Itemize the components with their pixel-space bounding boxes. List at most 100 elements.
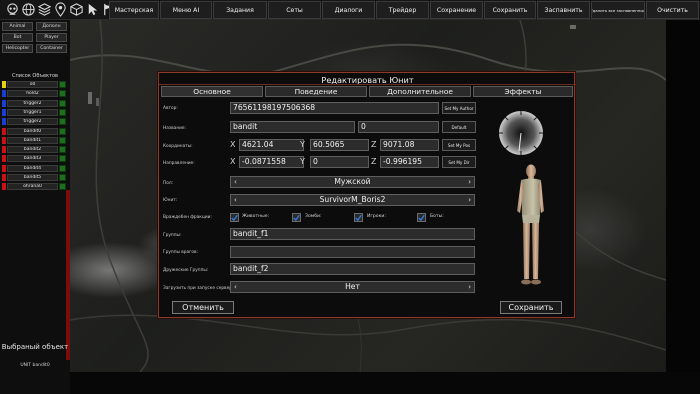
coord-y-axis: Y xyxy=(300,140,305,149)
extra-button[interactable]: Дополн xyxy=(36,22,67,31)
object-list-item[interactable]: hold2 xyxy=(2,90,66,98)
hostile-bots-label: Боты: xyxy=(430,214,444,219)
object-visibility-toggle[interactable] xyxy=(59,81,66,88)
name-field[interactable]: bandit xyxy=(230,121,355,133)
skull-icon[interactable] xyxy=(4,1,21,18)
top-toolbar: Мастерская Меню AI Задания Сеты Диалоги … xyxy=(0,0,700,20)
prev-arrow-icon[interactable]: ‹ xyxy=(234,282,237,292)
coord-z-axis: Z xyxy=(371,140,377,149)
unit-selector[interactable]: ‹ SurvivorM_Boris2 › xyxy=(230,194,475,206)
load-on-start-selector[interactable]: ‹ Нет › xyxy=(230,281,475,293)
cancel-button[interactable]: Отменить xyxy=(172,301,234,314)
arrow-icon[interactable] xyxy=(84,1,101,18)
coord-z-field[interactable]: 9071.08 xyxy=(380,139,439,151)
gender-value: Мужской xyxy=(334,177,371,186)
object-list-item[interactable]: trigger2 xyxy=(2,99,66,107)
hostile-animals-checkbox[interactable] xyxy=(230,213,239,222)
dir-y-field[interactable]: 0 xyxy=(310,156,369,168)
pin-icon[interactable] xyxy=(52,1,69,18)
tab-additional[interactable]: Дополнительное xyxy=(369,86,471,97)
object-visibility-toggle[interactable] xyxy=(59,90,66,98)
object-list-item[interactable]: trigger1 xyxy=(2,108,66,116)
object-visibility-toggle[interactable] xyxy=(59,146,66,154)
menu-saving[interactable]: Сохранение xyxy=(430,1,483,19)
object-label: o0 xyxy=(7,81,58,88)
helicopter-button[interactable]: Helicopter xyxy=(2,44,33,53)
menu-workshop[interactable]: Мастерская xyxy=(109,1,159,19)
gender-selector[interactable]: ‹ Мужской › xyxy=(230,176,475,188)
layers-icon[interactable] xyxy=(36,1,53,18)
object-visibility-toggle[interactable] xyxy=(59,155,66,163)
groups-field[interactable]: bandit_f1 xyxy=(230,228,475,240)
object-list-item[interactable]: bandit0 xyxy=(2,127,66,135)
menu-spawn[interactable]: Заспавнить xyxy=(537,1,590,19)
menu-save[interactable]: Сохранить xyxy=(484,1,536,19)
object-list-item[interactable]: ohrana0 xyxy=(2,183,66,191)
object-visibility-toggle[interactable] xyxy=(59,118,66,126)
tab-effects[interactable]: Эффекты xyxy=(473,86,573,97)
next-arrow-icon[interactable]: › xyxy=(468,177,471,187)
friend-groups-field[interactable]: bandit_f2 xyxy=(230,263,475,275)
hostile-players-label: Игроки: xyxy=(367,214,386,219)
object-visibility-toggle[interactable] xyxy=(59,164,66,172)
set-author-button[interactable]: Set My Author xyxy=(442,102,476,114)
object-visibility-toggle[interactable] xyxy=(59,99,66,107)
object-list-item[interactable]: bandit2 xyxy=(2,146,66,154)
object-visibility-toggle[interactable] xyxy=(59,136,66,144)
object-list-item[interactable]: bandit4 xyxy=(2,164,66,172)
cube-icon[interactable] xyxy=(68,1,85,18)
set-pos-button[interactable]: Set My Pos xyxy=(442,139,476,151)
object-list-item[interactable]: o0 xyxy=(2,81,66,88)
menu-trader[interactable]: Трейдер xyxy=(376,1,429,19)
object-color-tag xyxy=(2,174,6,181)
object-visibility-toggle[interactable] xyxy=(59,183,66,191)
bot-button[interactable]: Bot xyxy=(2,33,33,42)
next-arrow-icon[interactable]: › xyxy=(468,282,471,292)
object-label: ohrana0 xyxy=(7,183,58,191)
menu-dialogs[interactable]: Диалоги xyxy=(322,1,375,19)
tab-behavior[interactable]: Поведение xyxy=(265,86,367,97)
menu-ai[interactable]: Меню AI xyxy=(160,1,212,19)
object-visibility-toggle[interactable] xyxy=(59,127,66,135)
object-list-item[interactable]: trigger2 xyxy=(2,118,66,126)
object-label: bandit3 xyxy=(7,155,58,163)
object-visibility-toggle[interactable] xyxy=(59,108,66,116)
player-button[interactable]: Player xyxy=(36,33,67,42)
menu-tasks[interactable]: Задания xyxy=(213,1,267,19)
object-list-item[interactable]: bandit1 xyxy=(2,136,66,144)
author-field[interactable]: 76561198197506368 xyxy=(230,102,439,114)
hostile-zombies-checkbox[interactable] xyxy=(292,213,301,222)
object-visibility-toggle[interactable] xyxy=(59,174,66,181)
direction-label: Направление: xyxy=(163,161,195,166)
object-label: bandit4 xyxy=(7,164,58,172)
save-button[interactable]: Сохранить xyxy=(500,301,562,314)
name-index-field[interactable]: 0 xyxy=(358,121,439,133)
dir-z-field[interactable]: -0.996195 xyxy=(380,156,439,168)
menu-delete-spawned[interactable]: Удалить все заспавненные xyxy=(591,1,645,19)
enemy-groups-field[interactable] xyxy=(230,246,475,258)
checkmark-icon xyxy=(355,214,362,221)
next-arrow-icon[interactable]: › xyxy=(468,195,471,205)
prev-arrow-icon[interactable]: ‹ xyxy=(234,177,237,187)
tab-main[interactable]: Основное xyxy=(161,86,263,97)
direction-compass[interactable] xyxy=(497,109,545,157)
checkmark-icon xyxy=(293,214,300,221)
menu-clear[interactable]: Очистить xyxy=(646,1,699,19)
prev-arrow-icon[interactable]: ‹ xyxy=(234,195,237,205)
coord-y-field[interactable]: 60.5065 xyxy=(310,139,369,151)
coord-x-field[interactable]: 4621.04 xyxy=(239,139,304,151)
hostile-players-checkbox[interactable] xyxy=(354,213,363,222)
animal-button[interactable]: Animal xyxy=(2,22,33,31)
hostile-bots-checkbox[interactable] xyxy=(417,213,426,222)
globe-icon[interactable] xyxy=(20,1,37,18)
set-dir-button[interactable]: Set My Dir xyxy=(442,156,476,168)
container-button[interactable]: Container xyxy=(36,44,67,53)
dir-x-field[interactable]: -0.0871558 xyxy=(239,156,304,168)
object-label: trigger1 xyxy=(7,108,58,116)
dir-y-axis: Y xyxy=(300,157,305,166)
object-list-item[interactable]: bandit3 xyxy=(2,155,66,163)
object-label: trigger2 xyxy=(7,118,58,126)
object-list-item[interactable]: bandit5 xyxy=(2,174,66,181)
menu-sets[interactable]: Сеты xyxy=(268,1,321,19)
default-button[interactable]: Default xyxy=(442,121,476,133)
